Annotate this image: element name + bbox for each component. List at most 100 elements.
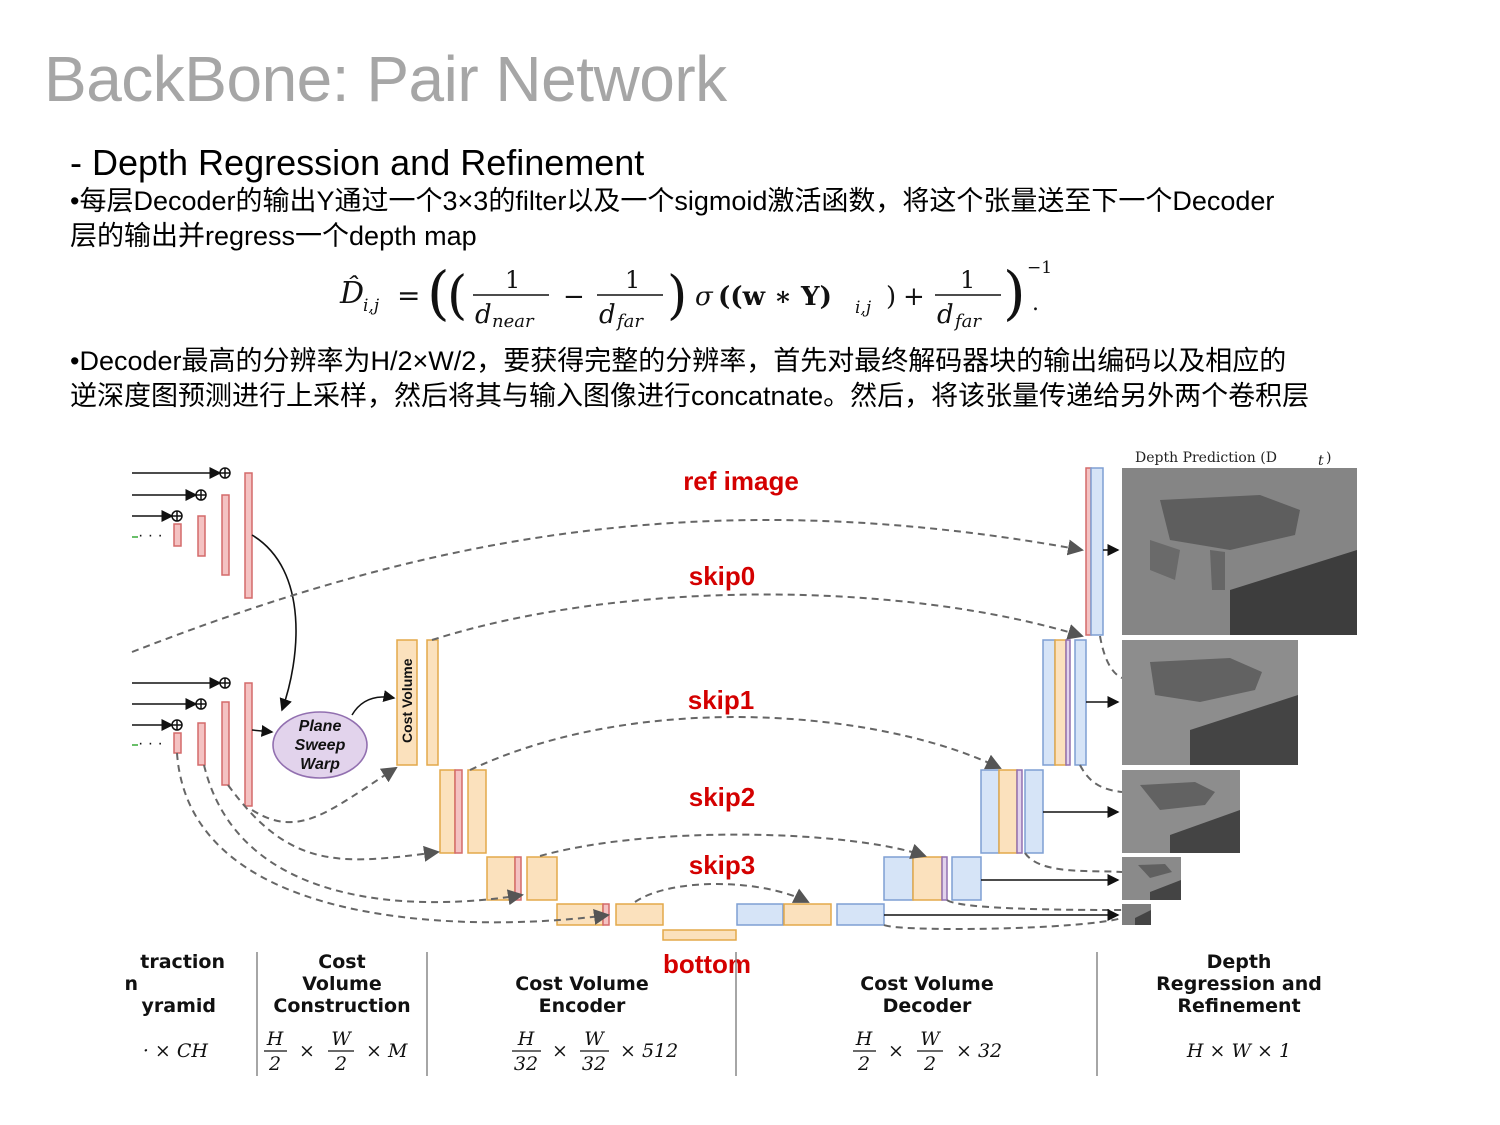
dim-tail: × 512 xyxy=(620,1040,678,1062)
section-title-line: Cost Volume xyxy=(515,973,648,995)
times: × xyxy=(299,1040,315,1062)
dim-tail: × M xyxy=(366,1040,408,1062)
depth-prediction-caption-close: ) xyxy=(1326,450,1331,466)
section-title-line: Refinement xyxy=(1177,995,1300,1017)
depth-map-sixteenth xyxy=(1122,904,1151,925)
formula-lhs: D̂ xyxy=(339,276,364,311)
label-skip3: skip3 xyxy=(689,850,756,880)
section-cost-volume-encoder: Cost Volume Encoder H 32 × W 32 × 512 xyxy=(512,973,678,1075)
label-ref-image: ref image xyxy=(683,466,799,496)
formula-exp: −1 xyxy=(1027,258,1052,278)
dim-den: 32 xyxy=(514,1053,538,1075)
dim-tail: × 32 xyxy=(956,1040,1002,1062)
formula-minus: − xyxy=(563,282,585,312)
formula-period: . xyxy=(1032,291,1039,316)
feature-pyramid-bottom xyxy=(132,677,231,731)
feature-to-warp-arrow xyxy=(251,534,297,712)
section-title-line: traction xyxy=(140,951,225,973)
paragraph-2-line-1: •Decoder最高的分辨率为H/2×W/2，要获得完整的分辨率，首先对最终解码… xyxy=(70,346,1287,376)
section-title-line: Cost xyxy=(318,951,365,973)
formula-dfar-2: d xyxy=(937,300,954,330)
dim-den: 32 xyxy=(582,1053,606,1075)
plane-sweep-line-3: Warp xyxy=(300,756,340,773)
formula-paren: ) xyxy=(886,282,896,312)
formula-lhs-sub: i,j xyxy=(363,296,380,316)
slide-title: BackBone: Pair Network xyxy=(44,43,727,115)
paragraph-1-line-1: •每层Decoder的输出Y通过一个3×3的filter以及一个sigmoid激… xyxy=(70,186,1275,216)
section-title-line: Regression and xyxy=(1156,973,1322,995)
pair-network-diagram: · · · · · · Plane Sweep Warp Cost Volume xyxy=(124,450,1357,1076)
plane-sweep-line-1: Plane xyxy=(299,718,342,735)
depth-prediction-caption: Depth Prediction (D xyxy=(1135,450,1277,466)
dim-num: W xyxy=(584,1028,605,1050)
formula-paren: ) xyxy=(1003,259,1026,327)
depth-map-quarter xyxy=(1122,770,1240,853)
section-title-line: Encoder xyxy=(539,995,626,1017)
section-cost-volume-decoder: Cost Volume Decoder H 2 × W 2 × 32 xyxy=(853,973,1002,1075)
section-depth-regression: Depth Regression and Refinement H × W × … xyxy=(1156,951,1322,1062)
plane-sweep-line-2: Sweep xyxy=(295,737,346,754)
times: × xyxy=(888,1040,904,1062)
paragraph-2: •Decoder最高的分辨率为H/2×W/2，要获得完整的分辨率，首先对最终解码… xyxy=(70,344,1430,414)
dim-den: 2 xyxy=(334,1053,347,1075)
dim-num: W xyxy=(920,1028,941,1050)
formula-sigma: σ xyxy=(695,282,714,312)
section-title-line: Construction xyxy=(273,995,410,1017)
depth-map-half xyxy=(1122,640,1298,765)
dim-num: H xyxy=(855,1028,873,1050)
formula-one-1: 1 xyxy=(505,266,520,294)
section-title-line: n xyxy=(124,973,138,995)
depth-formula: D̂ i,j = ( ( 1 d near − 1 d far ) σ ((w … xyxy=(339,258,1052,332)
formula-far-sub-2: far xyxy=(953,311,982,332)
section-title-line: Depth xyxy=(1207,951,1272,973)
feature-bars-top xyxy=(173,472,253,599)
feature-pyramid-top xyxy=(132,467,231,522)
formula-paren: ( xyxy=(447,266,467,326)
formula-paren: ) xyxy=(667,266,687,326)
dim-num: H xyxy=(517,1028,535,1050)
depth-map-eighth xyxy=(1122,857,1181,900)
dim-den: 2 xyxy=(268,1053,281,1075)
cost-volume: Cost Volume xyxy=(396,639,439,766)
ellipsis: · · · xyxy=(138,527,163,544)
dim-den: 2 xyxy=(857,1053,870,1075)
formula-one-3: 1 xyxy=(960,266,975,294)
formula-inner-sub: i,j xyxy=(855,298,872,318)
feature-bars-bottom xyxy=(173,682,253,807)
formula-far-sub: far xyxy=(615,311,644,332)
formula-near-sub: near xyxy=(492,311,535,332)
cost-volume-label: Cost Volume xyxy=(399,658,415,743)
ellipsis: · · · xyxy=(138,735,163,752)
plane-sweep-warp: Plane Sweep Warp xyxy=(272,711,368,779)
section-title-line: yramid xyxy=(142,995,217,1017)
section-cost-volume-construction: Cost Volume Construction H 2 × W 2 × M xyxy=(264,951,411,1075)
section-dim: H × W × 1 xyxy=(1186,1040,1291,1062)
label-skip1: skip1 xyxy=(688,685,755,715)
paragraph-1: •每层Decoder的输出Y通过一个3×3的filter以及一个sigmoid激… xyxy=(70,184,1430,254)
times: × xyxy=(552,1040,568,1062)
dim-num: H xyxy=(266,1028,284,1050)
section-title-line: Volume xyxy=(302,973,381,995)
section-feature-extraction: traction n yramid · × CH xyxy=(124,951,225,1062)
decoder-blocks xyxy=(736,467,1104,926)
formula-plus: + xyxy=(903,282,925,312)
paragraph-1-line-2: 层的输出并regress一个depth map xyxy=(70,221,477,251)
formula-one-2: 1 xyxy=(625,266,640,294)
section-dim: · × CH xyxy=(143,1040,209,1062)
formula-inner: ((w ∗ Y) xyxy=(718,282,832,312)
label-skip0: skip0 xyxy=(689,561,756,591)
depth-prediction-caption-sub: t xyxy=(1318,453,1324,469)
dim-den: 2 xyxy=(923,1053,936,1075)
paragraph-2-line-2: 逆深度图预测进行上采样，然后将其与输入图像进行concatnate。然后，将该张… xyxy=(70,381,1310,411)
depth-predictions: Depth Prediction (D t ) xyxy=(1122,450,1357,925)
section-title-line: Decoder xyxy=(883,995,972,1017)
formula-eq: = xyxy=(397,279,420,312)
dim-num: W xyxy=(331,1028,352,1050)
formula-dfar: d xyxy=(599,300,616,330)
slide-subtitle: - Depth Regression and Refinement xyxy=(70,142,645,183)
formula-dnear: d xyxy=(475,300,492,330)
depth-map-full xyxy=(1122,468,1357,635)
bottom-to-warp-arrow xyxy=(251,724,274,737)
label-bottom: bottom xyxy=(663,949,751,979)
label-skip2: skip2 xyxy=(689,782,756,812)
